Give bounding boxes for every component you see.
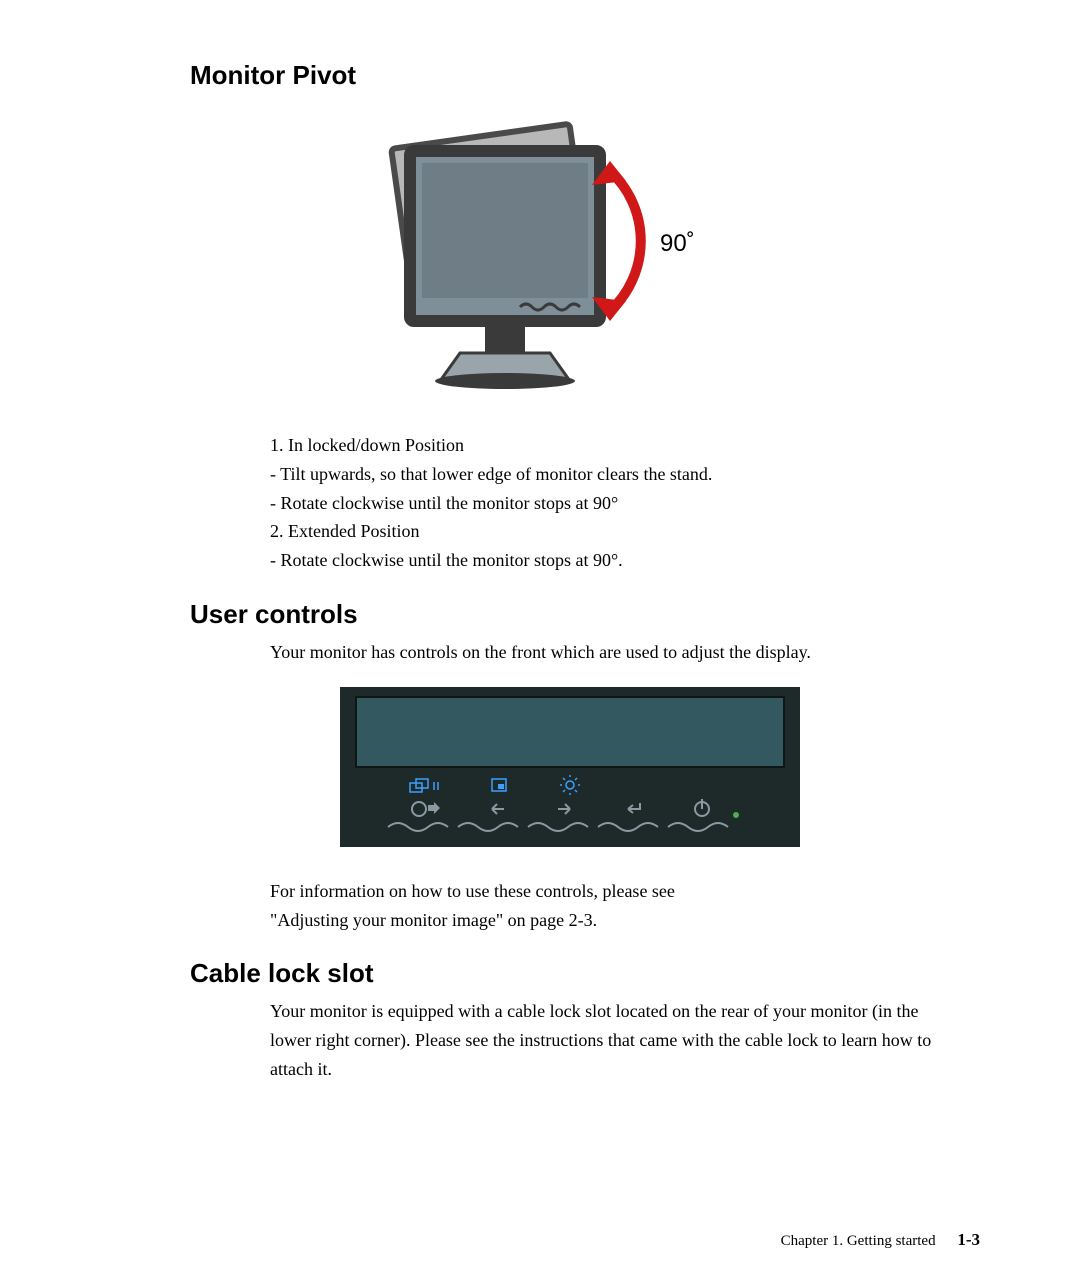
figure-user-controls [160, 687, 980, 847]
user-controls-intro: Your monitor has controls on the front w… [270, 638, 940, 667]
power-led-icon [733, 812, 739, 818]
pivot-instructions: 1. In locked/down Position - Tilt upward… [270, 431, 940, 575]
monitor-pivot-illustration: 90˚ [370, 111, 710, 401]
page-footer: Chapter 1. Getting started 1-3 [781, 1230, 980, 1250]
user-controls-ref-2: "Adjusting your monitor image" on page 2… [270, 906, 940, 935]
user-controls-ref: For information on how to use these cont… [270, 877, 940, 935]
footer-chapter: Chapter 1. Getting started [781, 1233, 936, 1249]
user-controls-intro-text: Your monitor has controls on the front w… [270, 638, 940, 667]
pivot-line-3: - Rotate clockwise until the monitor sto… [270, 489, 940, 518]
user-controls-illustration [340, 687, 800, 847]
angle-label: 90˚ [660, 230, 695, 257]
heading-user-controls: User controls [190, 599, 980, 630]
figure-monitor-pivot: 90˚ [100, 111, 980, 401]
user-controls-ref-1: For information on how to use these cont… [270, 877, 940, 906]
cable-lock-body-text: Your monitor is equipped with a cable lo… [270, 997, 940, 1083]
pivot-line-1: 1. In locked/down Position [270, 431, 940, 460]
heading-monitor-pivot: Monitor Pivot [190, 60, 980, 91]
cable-lock-body: Your monitor is equipped with a cable lo… [270, 997, 940, 1083]
pivot-line-5: - Rotate clockwise until the monitor sto… [270, 546, 940, 575]
heading-cable-lock-slot: Cable lock slot [190, 958, 980, 989]
footer-page-number: 1-3 [957, 1230, 980, 1249]
pivot-line-2: - Tilt upwards, so that lower edge of mo… [270, 460, 940, 489]
pivot-line-4: 2. Extended Position [270, 517, 940, 546]
